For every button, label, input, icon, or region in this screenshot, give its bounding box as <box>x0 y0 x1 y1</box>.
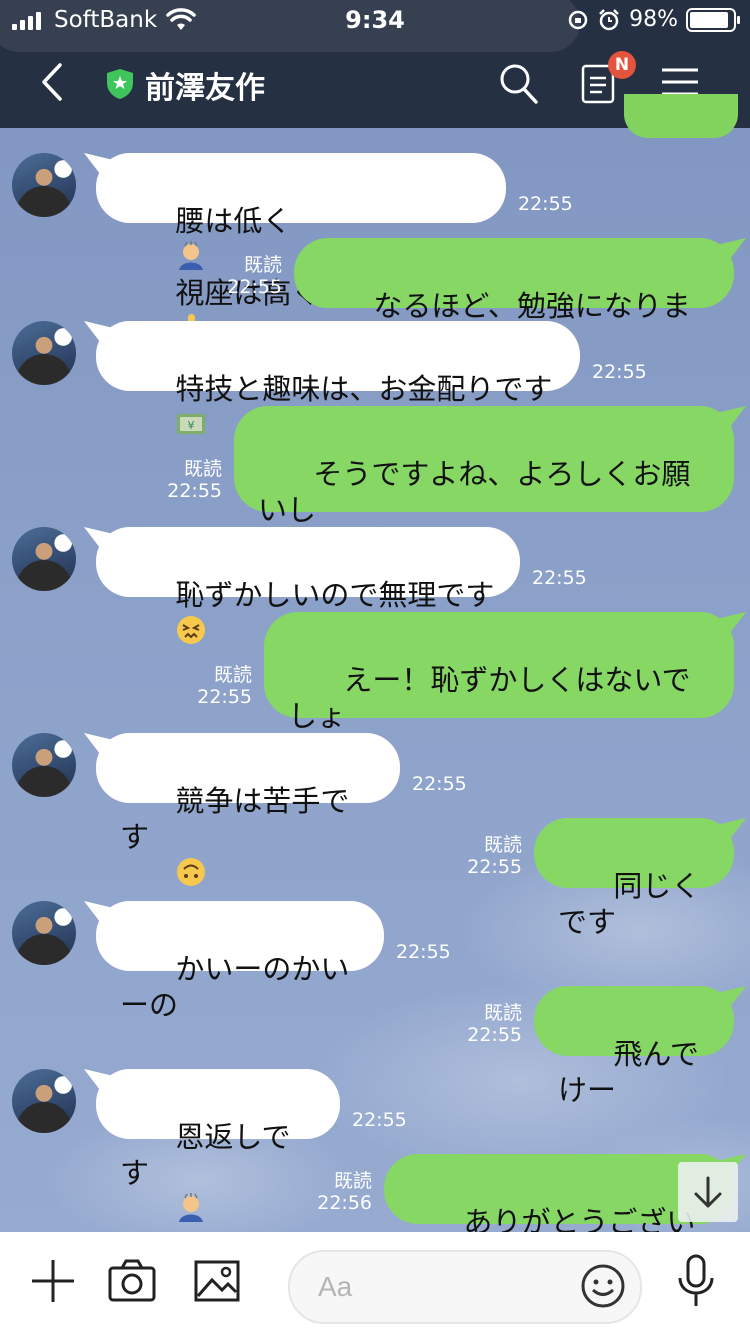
outgoing-bubble[interactable]: えー！恥ずかしくはないでしょ う… <box>264 612 734 769</box>
rotation-lock-icon <box>568 10 588 29</box>
message-time: 22:55 <box>197 686 252 708</box>
message-text: 特技と趣味は、お金配りです <box>175 372 553 406</box>
read-receipt: 既読 <box>483 834 522 856</box>
message-text: 飛んでけー <box>558 1037 699 1107</box>
upside-down-face-emoji-icon <box>177 858 206 886</box>
incoming-bubble[interactable]: かいーのかいーの <box>96 901 384 1022</box>
avatar[interactable] <box>12 321 76 385</box>
avatar[interactable] <box>12 1069 76 1133</box>
message-meta: 既読 22:55 <box>430 1002 522 1046</box>
battery-percent: 98% <box>629 7 678 32</box>
image-icon[interactable] <box>194 1258 240 1304</box>
read-receipt: 既読 <box>183 458 222 480</box>
message-text: 競争は苦手です <box>120 784 350 854</box>
message-time: 22:55 <box>532 567 587 589</box>
message-input-field[interactable] <box>316 1266 560 1308</box>
verified-shield-icon <box>107 69 133 99</box>
message-time: 22:55 <box>396 941 451 963</box>
read-receipt: 既読 <box>213 664 252 686</box>
message-time: 22:55 <box>518 193 573 215</box>
message-time: 22:55 <box>467 1024 522 1046</box>
message-time: 22:55 <box>167 480 222 502</box>
message-meta: 既読 22:55 <box>430 834 522 878</box>
avatar[interactable] <box>12 527 76 591</box>
message-meta: 既読 22:56 <box>280 1170 372 1214</box>
read-receipt: 既読 <box>243 254 282 276</box>
read-receipt: 既読 <box>483 1002 522 1024</box>
message-text: かいーのかいーの <box>120 952 350 1022</box>
message-meta: 既読 22:55 <box>130 458 222 502</box>
outgoing-bubble[interactable]: 飛んでけー <box>534 986 734 1107</box>
svg-text:¥: ¥ <box>188 419 195 432</box>
arrow-down-icon <box>694 1176 722 1208</box>
incoming-bubble[interactable]: 恥ずかしいので無理です <box>96 527 520 644</box>
message-time: 22:56 <box>317 1192 372 1214</box>
message-meta: 既読 22:55 <box>160 664 252 708</box>
message-time: 22:55 <box>592 361 647 383</box>
incoming-bubble[interactable]: 恩返しです <box>96 1069 340 1222</box>
status-bar: SoftBank 9:34 98% <box>0 0 750 40</box>
avatar[interactable] <box>12 153 76 217</box>
composer-bar <box>0 1232 750 1334</box>
battery-icon <box>686 7 740 32</box>
message-text: 同じくです <box>558 869 701 939</box>
incoming-bubble[interactable]: 腰は低く 視座は高く <box>96 153 506 341</box>
search-icon[interactable] <box>498 62 540 106</box>
confounded-face-emoji-icon <box>177 616 206 644</box>
message-input[interactable] <box>288 1250 642 1324</box>
alarm-icon <box>599 8 619 30</box>
avatar[interactable] <box>12 901 76 965</box>
chat-title: 前澤友作 <box>145 71 265 106</box>
outgoing-bubble[interactable]: そうですよね、よろしくお願いし ます。 <box>234 406 734 563</box>
money-bill-emoji-icon: ¥ <box>177 414 206 434</box>
scroll-to-bottom-button[interactable] <box>678 1162 738 1222</box>
message-text: 恩返しです <box>120 1120 291 1190</box>
camera-icon[interactable] <box>108 1258 156 1304</box>
message-text: 腰は低く <box>175 204 292 238</box>
plus-icon[interactable] <box>30 1258 76 1304</box>
read-receipt: 既読 <box>333 1170 372 1192</box>
message-time: 22:55 <box>227 276 282 298</box>
incoming-bubble[interactable]: 特技と趣味は、お金配りです ¥ <box>96 321 580 434</box>
message-text: 恥ずかしいので無理です <box>175 578 495 612</box>
outgoing-bubble[interactable]: なるほど、勉強になります。 <box>294 238 734 359</box>
notes-badge: N <box>608 51 636 79</box>
emoji-picker-icon[interactable] <box>580 1263 626 1309</box>
avatar[interactable] <box>12 733 76 797</box>
microphone-icon[interactable] <box>676 1254 716 1310</box>
bowing-person-emoji-icon <box>179 1193 204 1222</box>
outgoing-bubble[interactable]: 同じくです <box>534 818 734 939</box>
message-time: 22:55 <box>467 856 522 878</box>
incoming-bubble[interactable]: 競争は苦手です <box>96 733 400 886</box>
message-meta: 既読 22:55 <box>190 254 282 298</box>
message-list[interactable]: 腰は低く 視座は高く 22:55 既読 22:55 なるほど、勉強になります。 … <box>0 128 750 1275</box>
message-time: 22:55 <box>412 773 467 795</box>
message-time: 22:55 <box>352 1109 407 1131</box>
back-chevron-icon[interactable] <box>40 62 64 102</box>
